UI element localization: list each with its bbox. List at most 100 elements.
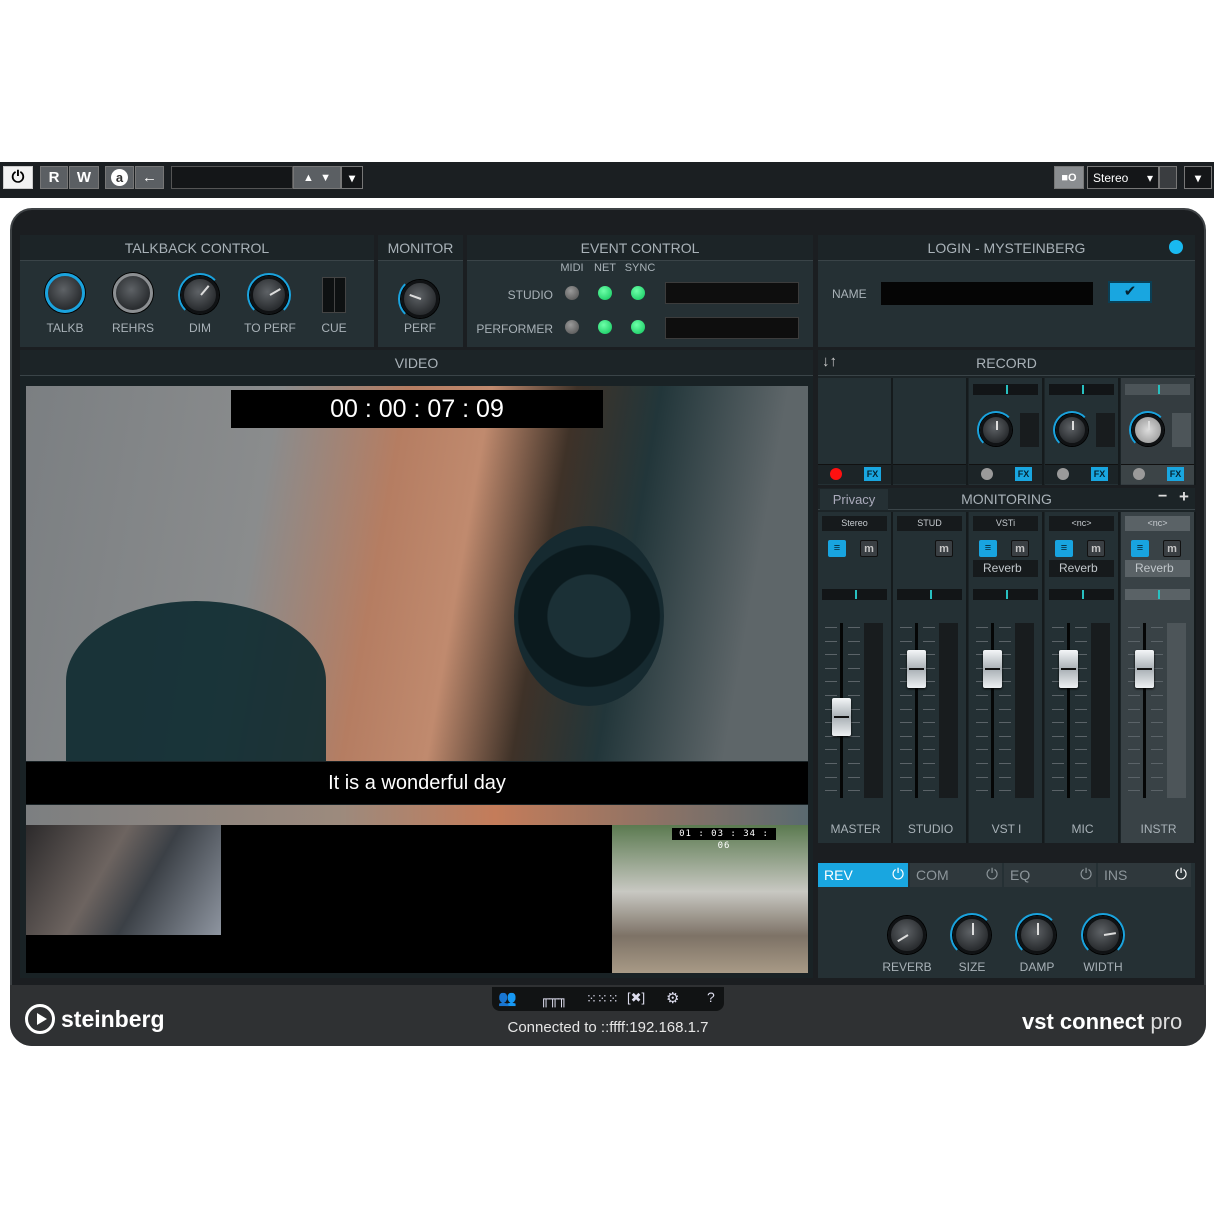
- mute-button[interactable]: m: [1011, 540, 1029, 557]
- fx-tab-rev[interactable]: REV ⏻: [818, 863, 908, 887]
- level-meter: [864, 623, 883, 798]
- main-video[interactable]: [26, 386, 808, 761]
- record-input-gain-bar[interactable]: [1049, 384, 1114, 395]
- bus-enable-button[interactable]: ≡: [828, 540, 846, 557]
- routing-icon[interactable]: ╓╥╖: [540, 990, 568, 1006]
- monitor-button[interactable]: [981, 468, 993, 480]
- help-icon[interactable]: ?: [707, 989, 715, 1005]
- bus-enable-button[interactable]: ≡: [1131, 540, 1149, 557]
- fader-track: [1067, 623, 1070, 798]
- volume-fader[interactable]: [1135, 650, 1154, 689]
- preset-nav[interactable]: ▲ ▼: [293, 166, 341, 189]
- pan-control[interactable]: [1049, 589, 1114, 600]
- studio-net-led: [598, 286, 612, 300]
- preset-menu-button[interactable]: ▾: [341, 166, 363, 189]
- power-icon: ⏻: [11, 168, 25, 186]
- performer-video-pip[interactable]: 01 : 03 : 34 : 06: [612, 825, 808, 973]
- record-arm-button[interactable]: [830, 468, 842, 480]
- down-icon[interactable]: ▼: [320, 172, 331, 184]
- fx-knob-size[interactable]: [953, 916, 991, 954]
- preset-field[interactable]: [171, 166, 293, 189]
- fx-tab-ins[interactable]: INS ⏻: [1098, 863, 1191, 887]
- knob-indicator: [1072, 421, 1074, 430]
- fx-tab-eq[interactable]: EQ ⏻: [1004, 863, 1096, 887]
- fx-button[interactable]: FX: [1167, 467, 1184, 481]
- power-icon[interactable]: ⏻: [1080, 863, 1092, 887]
- fx-knob-damp[interactable]: [1018, 916, 1056, 954]
- mute-button[interactable]: m: [935, 540, 953, 557]
- reverb-send[interactable]: Reverb: [1049, 560, 1114, 577]
- arrow-left-icon: ←: [142, 169, 157, 186]
- record-gain-knob[interactable]: [1132, 414, 1164, 446]
- right-menu-button[interactable]: ▾: [1184, 166, 1212, 189]
- camera-button[interactable]: ■O: [1054, 166, 1084, 189]
- output-extra[interactable]: [1159, 166, 1177, 189]
- fx-knob-reverb[interactable]: [888, 916, 926, 954]
- record-input-gain-bar[interactable]: [1125, 384, 1190, 395]
- power-button[interactable]: ⏻: [3, 166, 33, 189]
- rehrs-label: REHRS: [111, 321, 154, 335]
- footer-nav-bar: 👥 ╓╥╖ ⁙⁙⁙ [✖] ⚙ ?: [492, 987, 724, 1011]
- rehrs-knob[interactable]: [113, 273, 153, 313]
- pan-marker: [1157, 590, 1160, 599]
- privacy-button[interactable]: Privacy: [820, 489, 888, 510]
- product-name: vst connect pro: [1022, 1009, 1182, 1035]
- sort-icon[interactable]: ↓↑: [822, 353, 837, 370]
- login-confirm-button[interactable]: ✔: [1108, 281, 1152, 303]
- up-icon[interactable]: ▲: [303, 172, 314, 184]
- cue-button[interactable]: [322, 277, 346, 313]
- pan-control[interactable]: [822, 589, 887, 600]
- record-input-gain-bar[interactable]: [973, 384, 1038, 395]
- talkb-knob[interactable]: [45, 273, 85, 313]
- channel-strip-master: Stereo ≡ m MASTER: [818, 512, 893, 843]
- studio-camera-pip[interactable]: [26, 825, 221, 935]
- fx-button[interactable]: FX: [1015, 467, 1032, 481]
- volume-fader[interactable]: [983, 650, 1002, 689]
- volume-fader[interactable]: [832, 698, 851, 737]
- dim-knob[interactable]: [181, 276, 219, 314]
- event-control-panel: EVENT CONTROL MIDI NET SYNC STUDIO PERFO…: [467, 235, 813, 347]
- name-input[interactable]: [881, 282, 1093, 305]
- add-channel-button[interactable]: +: [1179, 487, 1189, 507]
- power-icon[interactable]: ⏻: [986, 863, 998, 887]
- volume-fader[interactable]: [907, 650, 926, 689]
- pan-control[interactable]: [897, 589, 962, 600]
- studio-row-label: STUDIO: [507, 288, 553, 302]
- fx-tab-com[interactable]: COM ⏻: [910, 863, 1002, 887]
- power-icon[interactable]: ⏻: [1175, 863, 1187, 887]
- record-gain-knob[interactable]: [1056, 414, 1088, 446]
- studio-event-display: [665, 282, 799, 304]
- to-perf-knob[interactable]: [250, 276, 288, 314]
- users-icon[interactable]: 👥: [498, 989, 517, 1007]
- perf-knob[interactable]: [401, 280, 439, 318]
- output-select[interactable]: Stereo ▾: [1087, 166, 1159, 189]
- fx-button[interactable]: FX: [1091, 467, 1108, 481]
- monitor-button[interactable]: [1057, 468, 1069, 480]
- monitor-button[interactable]: [1133, 468, 1145, 480]
- mute-button[interactable]: m: [1087, 540, 1105, 557]
- channel-label: INSTR: [1140, 822, 1177, 836]
- pan-control[interactable]: [973, 589, 1038, 600]
- reverb-send[interactable]: Reverb: [973, 560, 1038, 577]
- fx-button[interactable]: FX: [864, 467, 881, 481]
- mute-button[interactable]: m: [1163, 540, 1181, 557]
- power-icon[interactable]: ⏻: [892, 863, 904, 887]
- write-button[interactable]: W: [69, 166, 99, 189]
- bus-enable-button[interactable]: ≡: [1055, 540, 1073, 557]
- bus-enable-button[interactable]: ≡: [979, 540, 997, 557]
- volume-fader[interactable]: [1059, 650, 1078, 689]
- read-button[interactable]: R: [40, 166, 68, 189]
- fullscreen-icon[interactable]: [✖]: [627, 990, 645, 1006]
- back-button[interactable]: ←: [135, 166, 164, 189]
- fx-knob-width[interactable]: [1084, 916, 1122, 954]
- midi-col-label: MIDI: [560, 262, 584, 274]
- remove-channel-button[interactable]: −: [1158, 488, 1167, 506]
- mute-button[interactable]: m: [860, 540, 878, 557]
- auto-button[interactable]: a: [105, 166, 134, 189]
- record-gain-knob[interactable]: [980, 414, 1012, 446]
- pan-control[interactable]: [1125, 589, 1190, 600]
- knob-indicator: [1148, 421, 1150, 430]
- reverb-send[interactable]: Reverb: [1125, 560, 1190, 577]
- mixer-icon[interactable]: ⁙⁙⁙: [586, 991, 619, 1007]
- settings-icon[interactable]: ⚙: [666, 989, 679, 1007]
